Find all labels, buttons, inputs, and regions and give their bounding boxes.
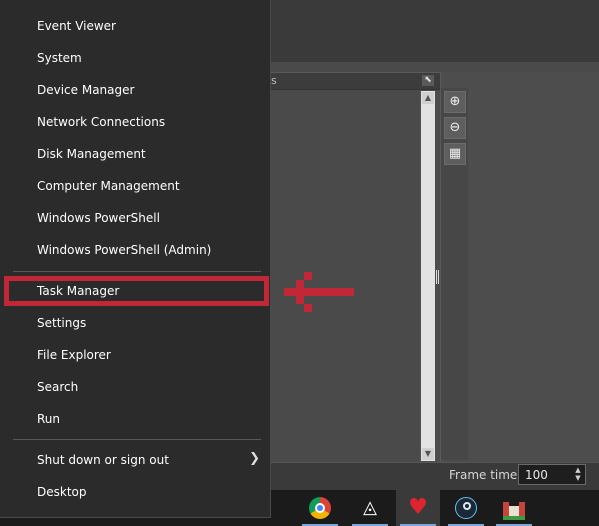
- zoom-in-icon[interactable]: ⊕: [444, 91, 466, 113]
- frame-time-input[interactable]: 100 ▲ ▼: [518, 464, 586, 485]
- menu-item-search[interactable]: Search: [0, 371, 270, 403]
- taskbar-heart-app[interactable]: ♥: [396, 490, 440, 526]
- menu-item-disk-management[interactable]: Disk Management: [0, 138, 270, 170]
- menu-item-label: Settings: [37, 316, 87, 330]
- undock-icon[interactable]: ⬉: [422, 75, 434, 86]
- scroll-up-icon[interactable]: ▲: [422, 92, 434, 104]
- menu-separator: [13, 271, 261, 272]
- unity-icon: ◬: [363, 497, 377, 518]
- menu-item-device-manager[interactable]: Device Manager: [0, 74, 270, 106]
- menu-item-label: Run: [37, 412, 61, 426]
- fit-icon[interactable]: ▦: [444, 143, 466, 165]
- menu-item-event-viewer[interactable]: Event Viewer: [0, 10, 270, 42]
- menu-item-label: Windows PowerShell (Admin): [37, 243, 212, 257]
- chevron-right-icon: ❯: [249, 451, 260, 466]
- menu-item-label: System: [37, 51, 82, 65]
- scroll-down-icon[interactable]: ▼: [422, 448, 434, 460]
- menu-item-label: Windows PowerShell: [37, 211, 160, 225]
- steam-icon: [455, 497, 477, 519]
- menu-item-label: Desktop: [37, 485, 87, 499]
- quick-link-menu: Event Viewer System Device Manager Netwo…: [0, 0, 271, 518]
- chrome-icon: [309, 497, 331, 519]
- frame-time-value: 100: [525, 468, 548, 482]
- panel-header-title: s: [271, 74, 277, 87]
- frame-time-label: Frame time: [449, 468, 518, 482]
- zoom-out-icon[interactable]: ⊖: [444, 117, 466, 139]
- taskbar-unity[interactable]: ◬: [348, 490, 392, 526]
- menu-item-file-explorer[interactable]: File Explorer: [0, 339, 270, 371]
- panel-splitter[interactable]: [436, 270, 439, 284]
- menu-item-label: Shut down or sign out: [37, 453, 169, 467]
- panel-header: s ⬉: [269, 73, 440, 90]
- menu-item-label: Device Manager: [37, 83, 135, 97]
- menu-item-windows-powershell[interactable]: Windows PowerShell: [0, 202, 270, 234]
- highlight-box: [4, 276, 269, 306]
- menu-item-computer-management[interactable]: Computer Management: [0, 170, 270, 202]
- menu-item-network-connections[interactable]: Network Connections: [0, 106, 270, 138]
- menu-item-shut-down[interactable]: Shut down or sign out ❯: [0, 444, 270, 476]
- taskbar-castle-app[interactable]: [492, 490, 536, 526]
- taskbar-steam[interactable]: [444, 490, 488, 526]
- heart-icon: ♥: [408, 495, 428, 520]
- menu-item-label: Event Viewer: [37, 19, 116, 33]
- menu-item-windows-powershell-admin[interactable]: Windows PowerShell (Admin): [0, 234, 270, 266]
- taskbar-chrome[interactable]: [298, 490, 342, 526]
- pointer-arrow-icon: [284, 272, 354, 312]
- vertical-scrollbar[interactable]: ▲ ▼: [421, 91, 435, 461]
- spin-down-icon[interactable]: ▼: [573, 474, 583, 483]
- menu-separator: [13, 439, 261, 440]
- menu-item-settings[interactable]: Settings: [0, 307, 270, 339]
- menu-item-label: Computer Management: [37, 179, 180, 193]
- menu-item-label: Network Connections: [37, 115, 166, 129]
- menu-item-run[interactable]: Run: [0, 403, 270, 435]
- menu-item-label: Search: [37, 380, 79, 394]
- menu-item-label: File Explorer: [37, 348, 111, 362]
- castle-icon: [503, 496, 525, 520]
- menu-item-system[interactable]: System: [0, 42, 270, 74]
- menu-item-label: Disk Management: [37, 147, 146, 161]
- menu-item-desktop[interactable]: Desktop: [0, 476, 270, 508]
